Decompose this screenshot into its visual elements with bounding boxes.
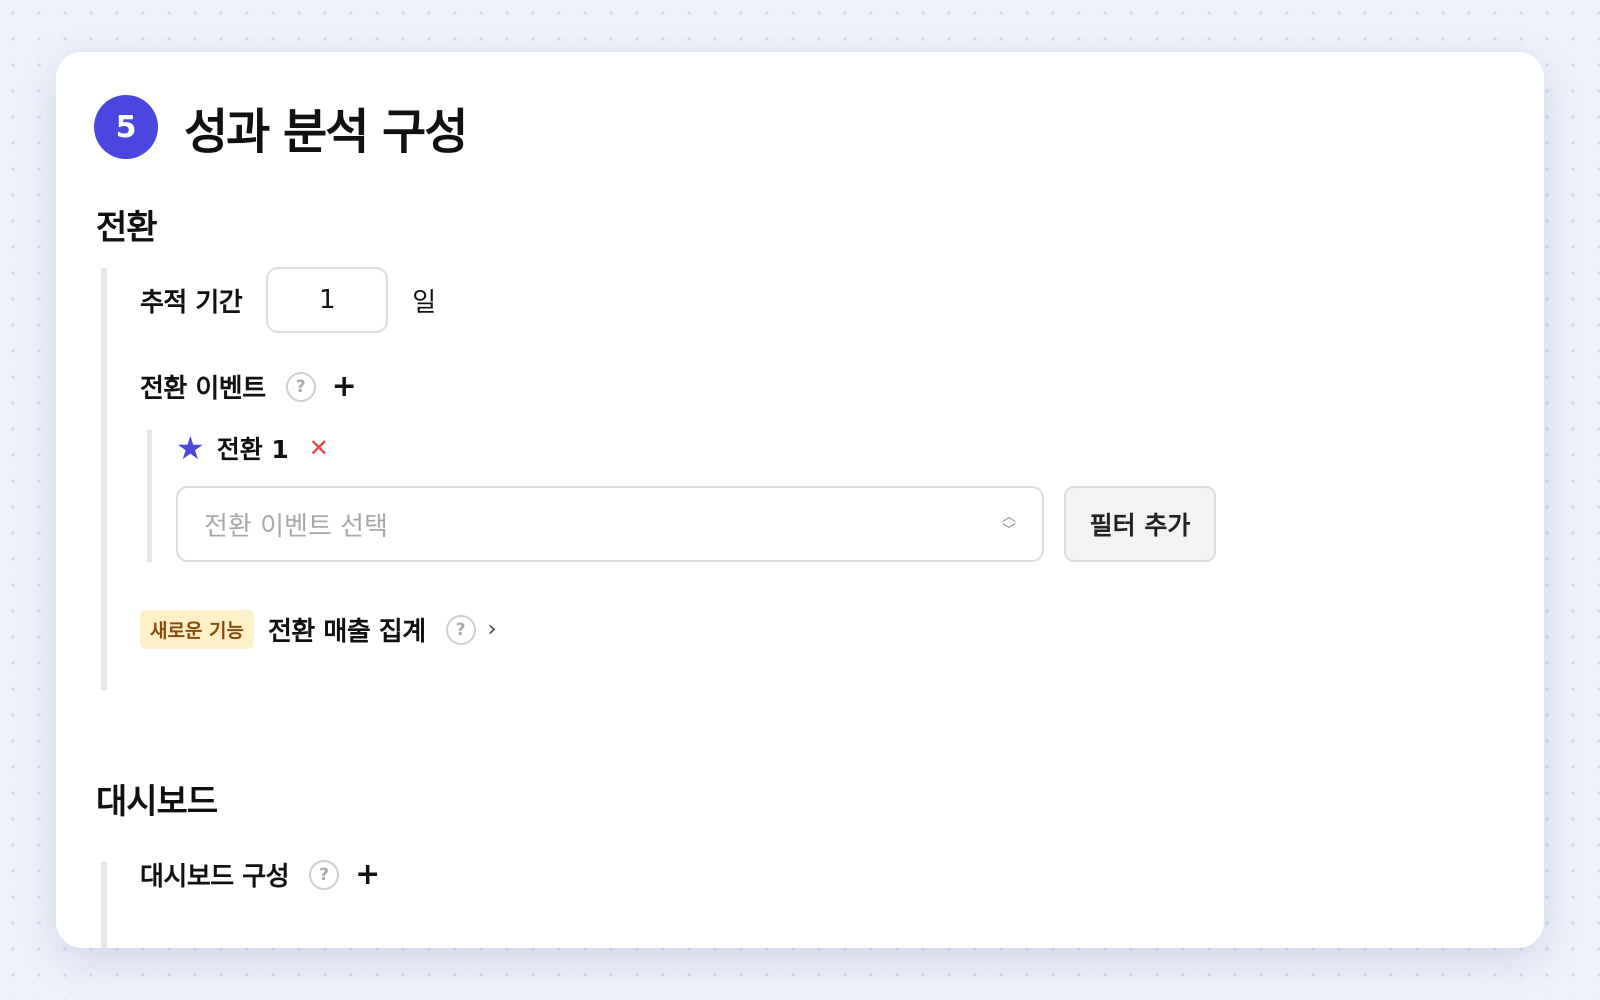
conversion-item-name: 전환 1: [216, 435, 289, 464]
conversion-item-header: ★ 전환 1 ✕: [176, 430, 329, 466]
conversion-section-bar: [101, 268, 107, 690]
dashboard-section-bar: [101, 862, 107, 948]
dashboard-config-row: 대시보드 구성 ? +: [140, 856, 380, 893]
chevron-right-icon[interactable]: ›: [488, 617, 497, 642]
conversion-section-title: 전환: [96, 208, 158, 248]
help-circle-icon[interactable]: ?: [445, 614, 476, 645]
step-number-badge: 5: [94, 95, 158, 159]
chevron-up-down-icon: ︿ ﹀: [1002, 509, 1016, 539]
dashboard-section-title: 대시보드: [96, 782, 218, 822]
new-feature-badge: 새로운 기능: [140, 610, 255, 649]
conversion-revenue-row[interactable]: 새로운 기능 전환 매출 집계 ? ›: [140, 610, 496, 649]
add-conversion-event-button[interactable]: +: [332, 371, 357, 402]
help-circle-icon[interactable]: ?: [309, 859, 340, 890]
conversion-item-bar: [147, 430, 152, 562]
close-icon[interactable]: ✕: [309, 436, 329, 460]
tracking-period-label: 추적 기간: [140, 287, 243, 318]
tracking-period-unit: 일: [412, 287, 437, 318]
add-dashboard-button[interactable]: +: [355, 859, 380, 890]
star-icon: ★: [176, 429, 205, 467]
help-circle-icon[interactable]: ?: [285, 371, 316, 402]
conversion-events-label: 전환 이벤트: [140, 374, 266, 404]
conversion-revenue-label: 전환 매출 집계: [268, 617, 426, 647]
dashboard-config-label: 대시보드 구성: [140, 862, 290, 892]
page-title: 성과 분석 구성: [184, 104, 468, 160]
select-placeholder: 전환 이벤트 선택: [204, 511, 388, 542]
tracking-period-row: 추적 기간 일: [140, 267, 436, 333]
tracking-period-input[interactable]: [266, 267, 389, 333]
conversion-event-select[interactable]: 전환 이벤트 선택 ︿ ﹀: [176, 486, 1044, 562]
settings-card: 5 성과 분석 구성 전환 추적 기간 일 전환 이벤트 ? + ★ 전환 1 …: [56, 52, 1544, 948]
conversion-events-row: 전환 이벤트 ? +: [140, 368, 357, 405]
add-filter-button[interactable]: 필터 추가: [1064, 486, 1216, 562]
section-header: 5 성과 분석 구성: [94, 92, 468, 162]
